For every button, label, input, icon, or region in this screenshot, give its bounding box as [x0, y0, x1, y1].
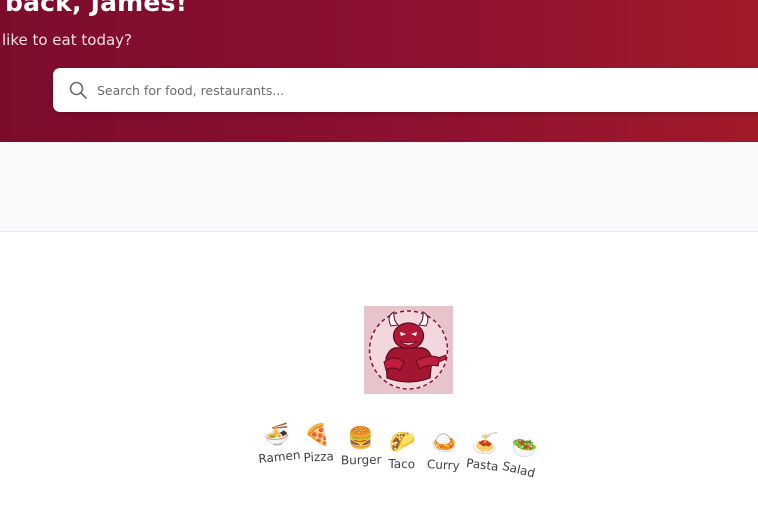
more-category-icon — [524, 436, 560, 469]
category-carousel: 🍜 Ramen 🍕 Pizza 🍔 Burger 🌮 Taco 🍛 Curry … — [0, 0, 758, 529]
page: back, James! like to eat today? Search f… — [0, 0, 758, 529]
